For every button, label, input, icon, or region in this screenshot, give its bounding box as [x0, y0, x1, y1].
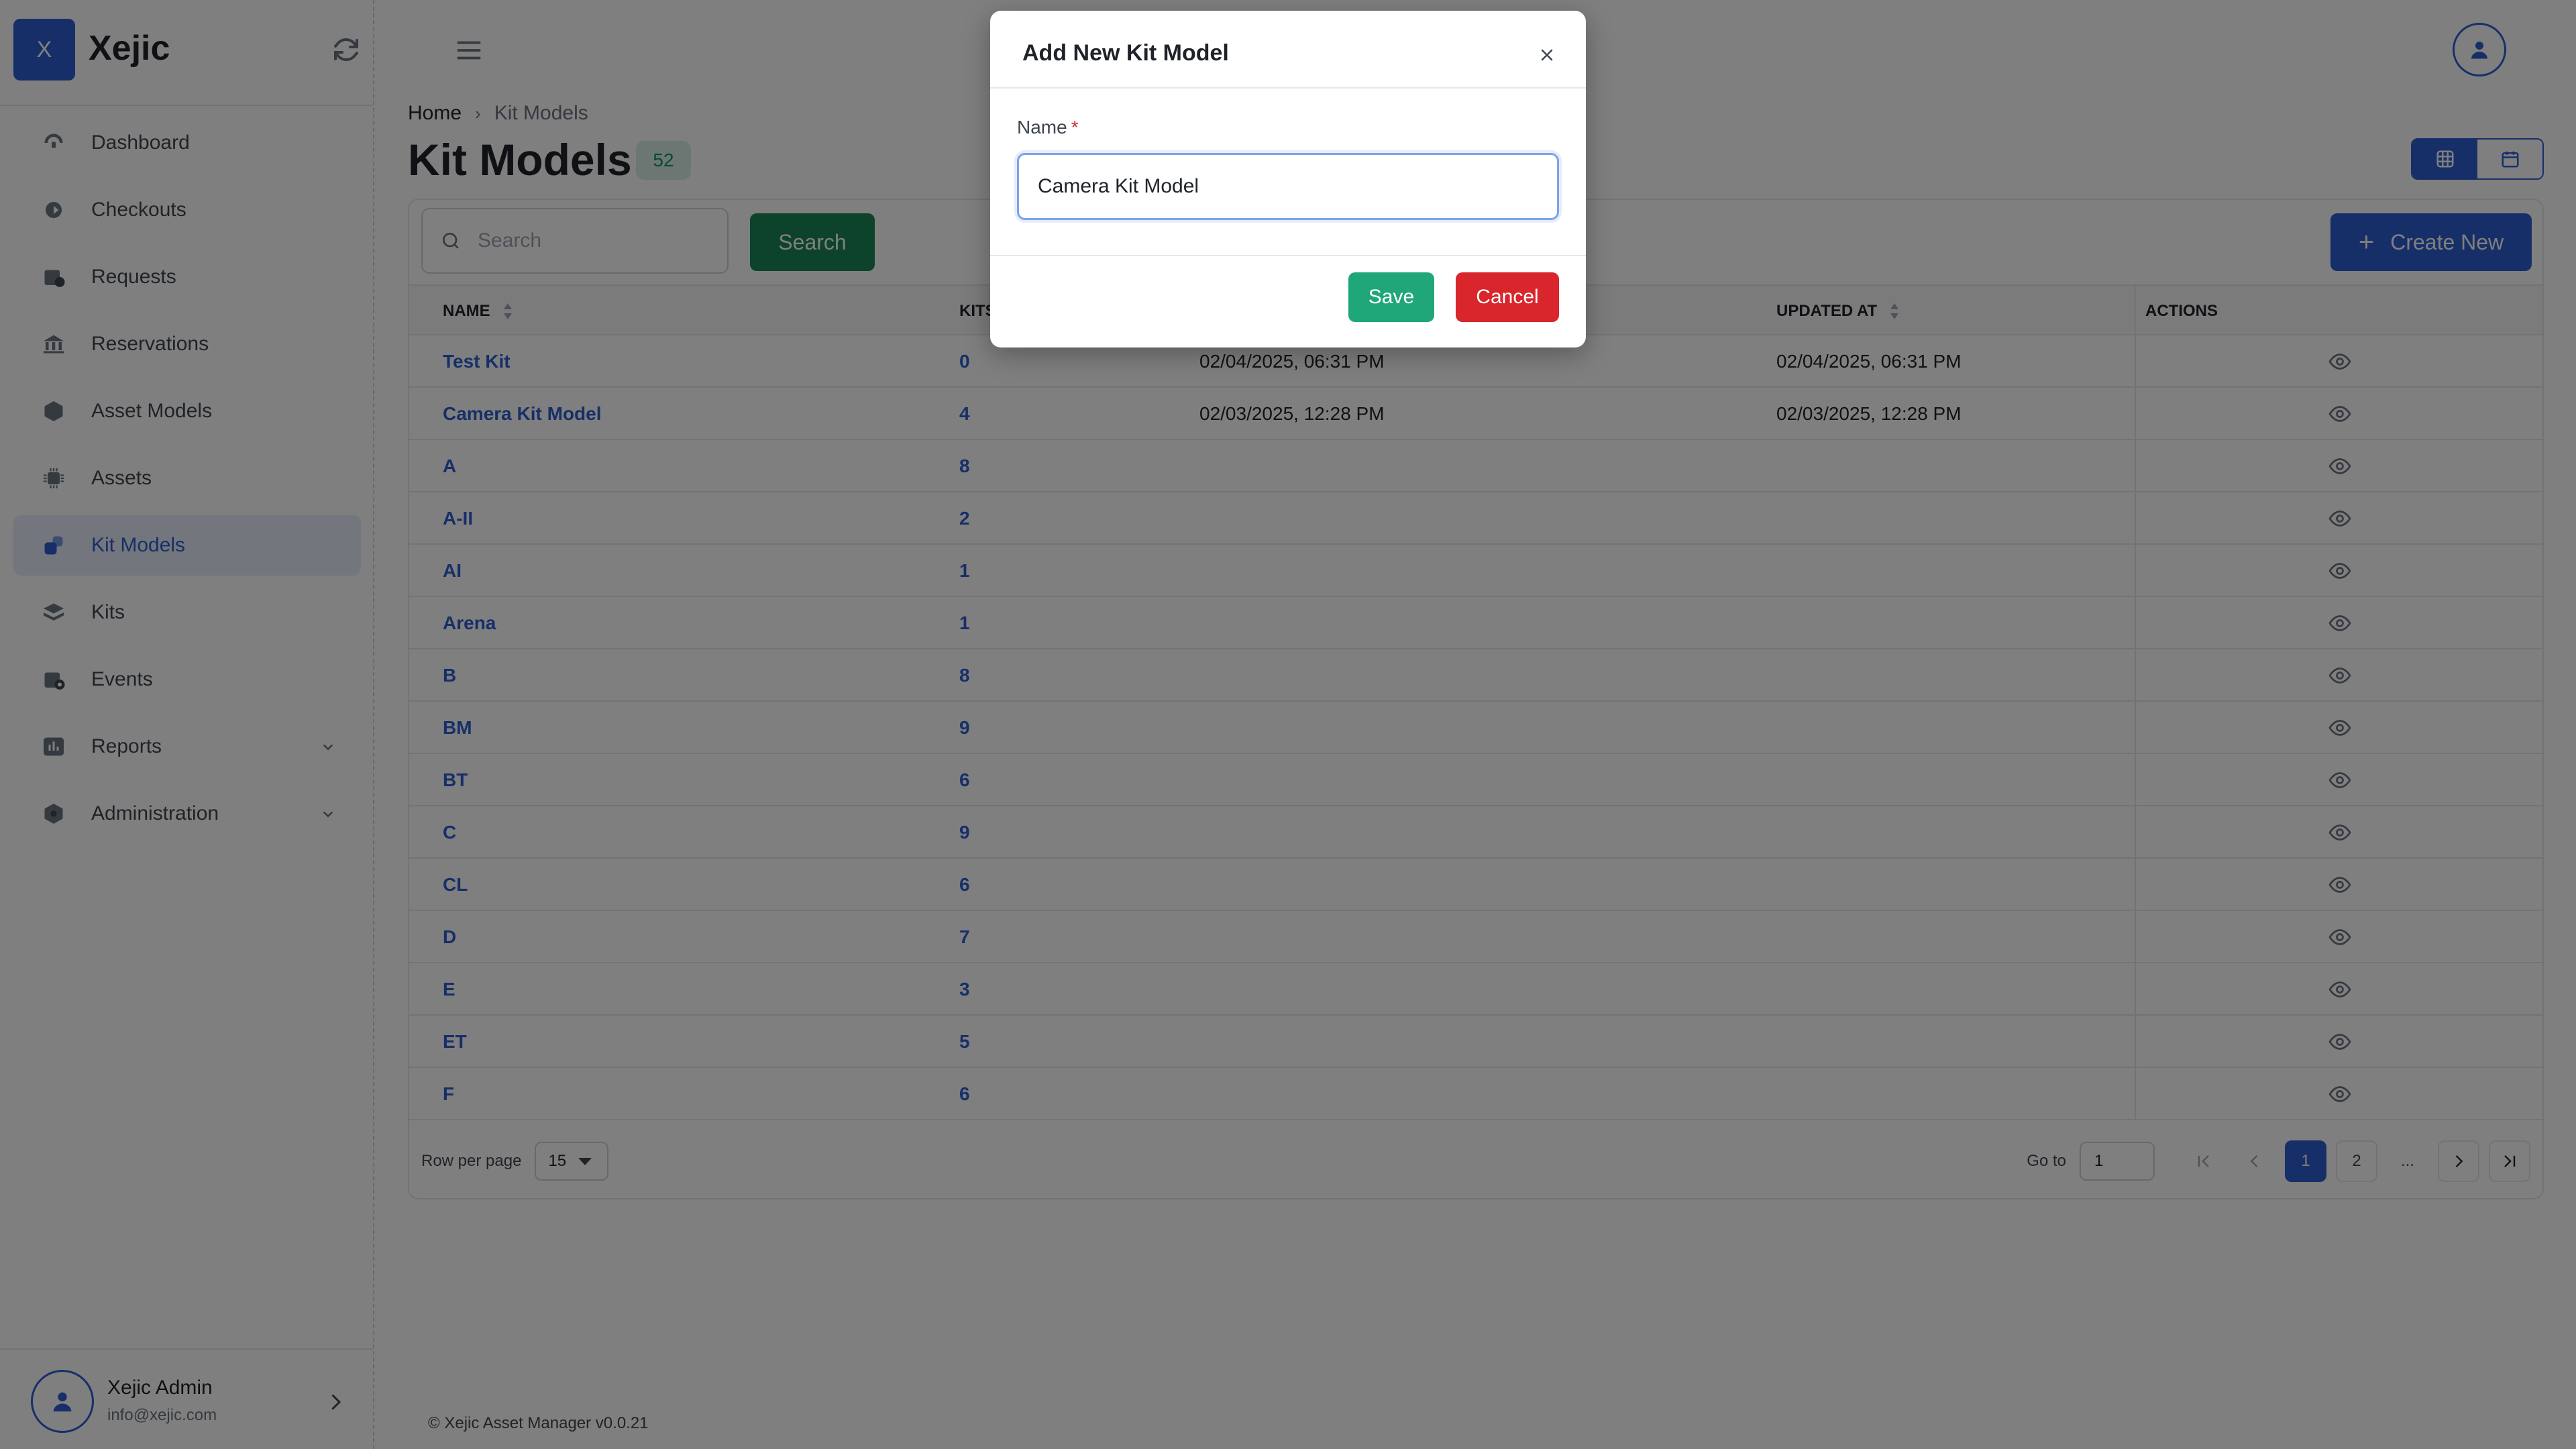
name-label-text: Name — [1017, 117, 1067, 138]
cancel-button[interactable]: Cancel — [1456, 272, 1559, 322]
add-kit-model-dialog: Add New Kit Model Name * Camera Kit Model… — [990, 11, 1586, 347]
dialog-divider — [990, 87, 1586, 89]
dialog-title: Add New Kit Model — [1022, 40, 1229, 66]
name-field-label: Name * — [1017, 117, 1079, 138]
dialog-divider — [990, 255, 1586, 256]
required-mark: * — [1071, 117, 1079, 138]
save-button[interactable]: Save — [1348, 272, 1434, 322]
name-field[interactable]: Camera Kit Model — [1017, 153, 1559, 220]
close-icon[interactable] — [1538, 46, 1556, 64]
